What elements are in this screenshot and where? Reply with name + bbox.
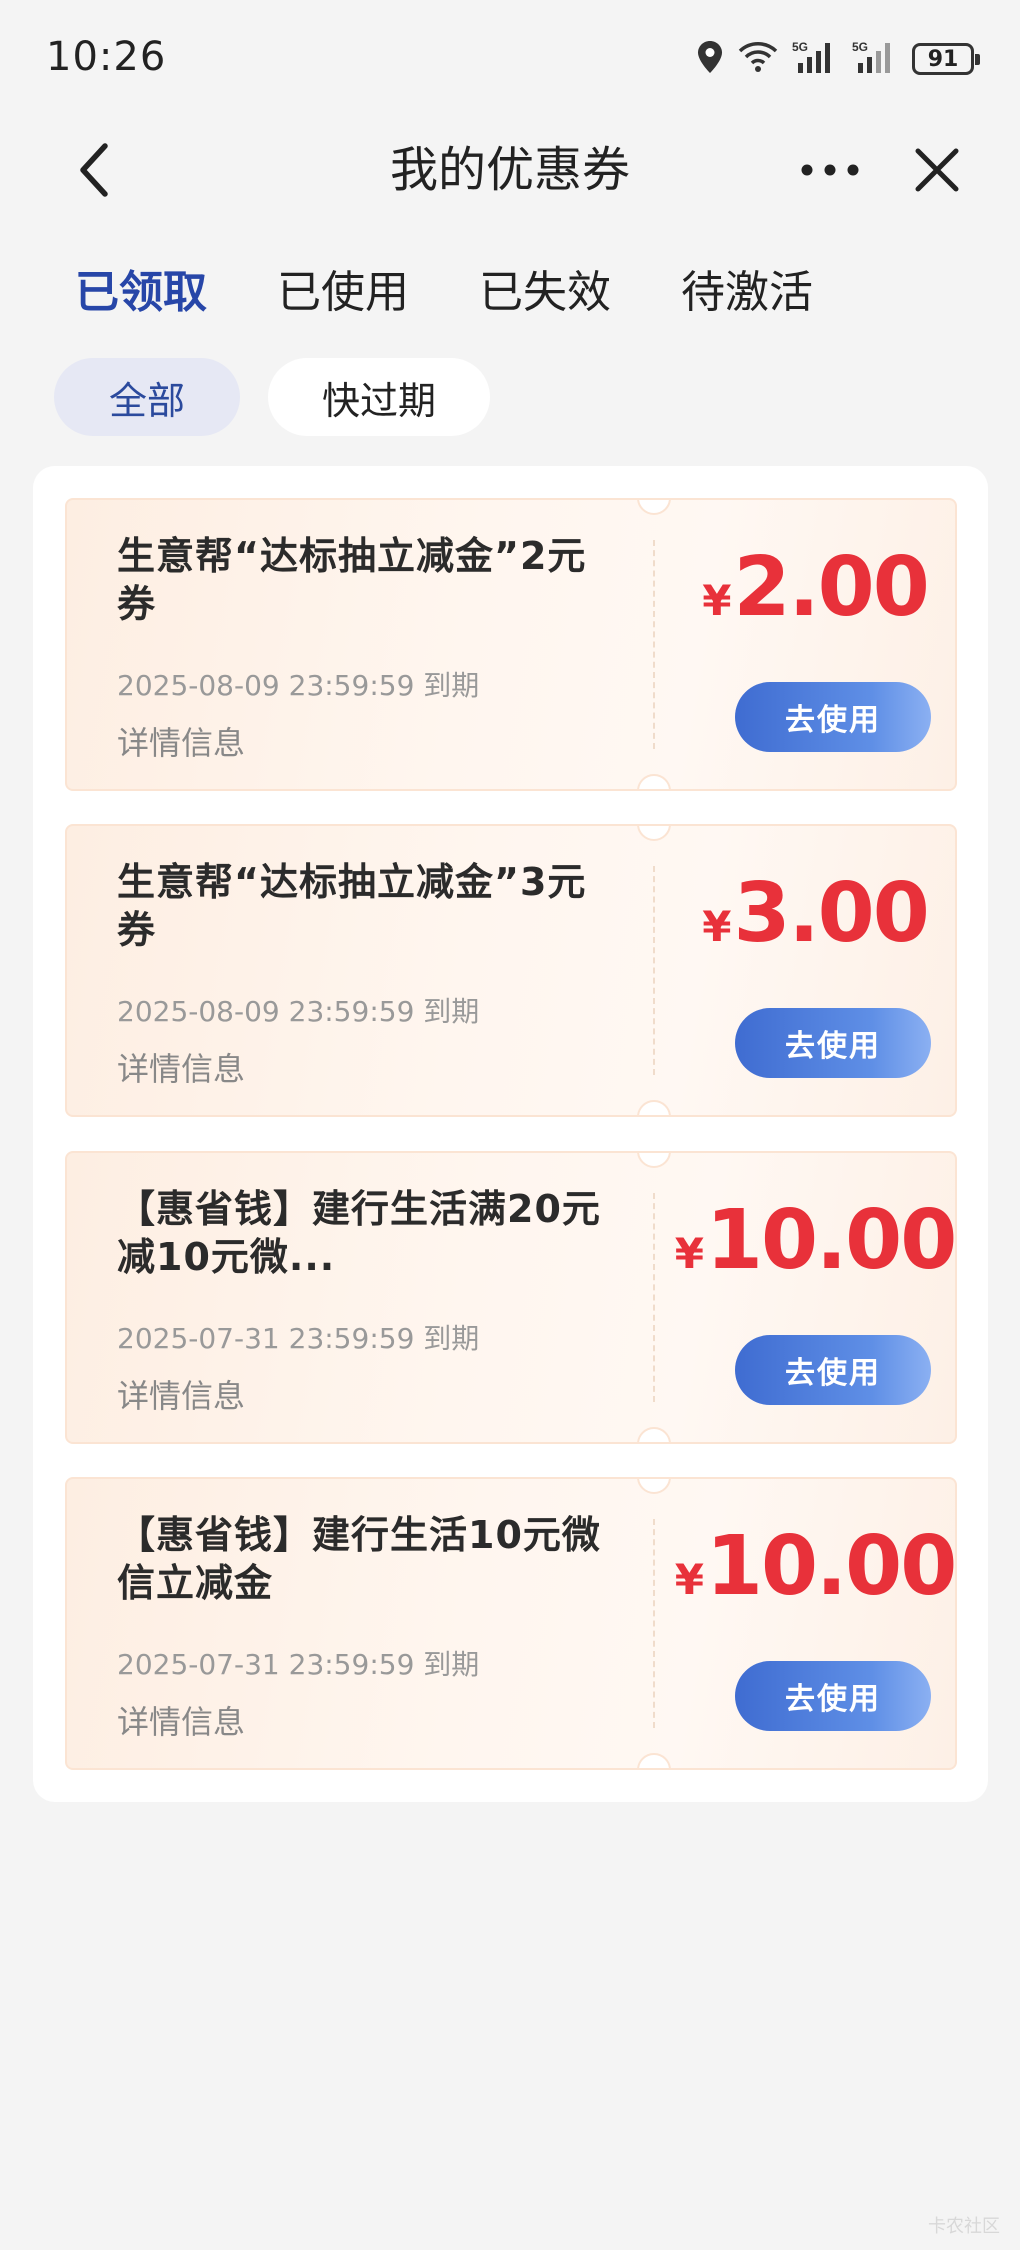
svg-text:5G: 5G — [792, 40, 808, 54]
coupon-expire-date: 2025-08-09 23:59:59 到期 — [117, 669, 480, 702]
use-coupon-button[interactable]: 去使用 — [735, 1008, 931, 1078]
currency-symbol: ¥ — [674, 1555, 704, 1604]
nav-bar: 我的优惠券 — [0, 115, 1020, 225]
close-icon — [915, 148, 959, 192]
coupon-detail-link[interactable]: 详情信息 — [117, 1371, 245, 1417]
coupon-list: 生意帮“达标抽立减金”2元券 2025-08-09 23:59:59 到期 详情… — [33, 466, 988, 1802]
coupon-card: 【惠省钱】建行生活满20元减10元微... 2025-07-31 23:59:5… — [65, 1151, 957, 1444]
currency-symbol: ¥ — [702, 576, 732, 625]
coupon-divider — [653, 1519, 655, 1728]
coupon-amount: ¥10.00 — [671, 1193, 956, 1288]
status-time: 10:26 — [46, 34, 167, 80]
coupon-tabs: 已领取 已使用 已失效 待激活 — [75, 258, 883, 328]
use-coupon-button[interactable]: 去使用 — [735, 682, 931, 752]
coupon-expire-date: 2025-08-09 23:59:59 到期 — [117, 995, 480, 1028]
coupon-detail-link[interactable]: 详情信息 — [117, 1044, 245, 1090]
signal-5g-icon-2: 5G — [852, 39, 898, 79]
coupon-card: 【惠省钱】建行生活10元微信立减金 2025-07-31 23:59:59 到期… — [65, 1477, 957, 1770]
coupon-divider — [653, 540, 655, 749]
status-icons: 5G 5G 91 — [696, 38, 980, 80]
signal-5g-icon: 5G — [792, 39, 838, 79]
coupon-amount: ¥2.00 — [671, 540, 955, 635]
back-button[interactable] — [60, 135, 130, 205]
watermark: 卡农社区 — [928, 2216, 1000, 2237]
coupon-divider — [653, 1193, 655, 1402]
coupon-title: 【惠省钱】建行生活满20元减10元微... — [117, 1187, 601, 1279]
coupon-title: 生意帮“达标抽立减金”3元券 — [117, 860, 587, 952]
close-button[interactable] — [902, 135, 972, 205]
coupon-amount-value: 10.00 — [705, 1193, 956, 1288]
currency-symbol: ¥ — [702, 902, 732, 951]
coupon-divider — [653, 866, 655, 1075]
svg-text:5G: 5G — [852, 40, 868, 54]
battery-icon: 91 — [912, 43, 980, 75]
filter-all-chip[interactable]: 全部 — [54, 358, 240, 436]
coupon-title: 生意帮“达标抽立减金”2元券 — [117, 534, 587, 626]
coupon-detail-link[interactable]: 详情信息 — [117, 718, 245, 764]
coupon-expire-date: 2025-07-31 23:59:59 到期 — [117, 1648, 480, 1681]
filter-expiring-chip[interactable]: 快过期 — [268, 358, 490, 436]
coupon-card: 生意帮“达标抽立减金”2元券 2025-08-09 23:59:59 到期 详情… — [65, 498, 957, 791]
page-title: 我的优惠券 — [389, 142, 630, 198]
use-coupon-button[interactable]: 去使用 — [735, 1335, 931, 1405]
coupon-amount-value: 3.00 — [733, 866, 929, 961]
coupon-amount-value: 10.00 — [705, 1519, 956, 1614]
coupon-card: 生意帮“达标抽立减金”3元券 2025-08-09 23:59:59 到期 详情… — [65, 824, 957, 1117]
coupon-amount-value: 2.00 — [733, 540, 929, 635]
wifi-icon — [738, 41, 778, 77]
tab-expired[interactable]: 已失效 — [479, 258, 611, 328]
more-dots-icon — [801, 164, 859, 176]
coupon-title: 【惠省钱】建行生活10元微信立减金 — [117, 1513, 601, 1605]
currency-symbol: ¥ — [674, 1229, 704, 1278]
coupon-detail-link[interactable]: 详情信息 — [117, 1697, 245, 1743]
back-arrow-icon — [80, 143, 108, 197]
coupon-expire-date: 2025-07-31 23:59:59 到期 — [117, 1322, 480, 1355]
coupon-amount: ¥10.00 — [671, 1519, 956, 1614]
tab-used[interactable]: 已使用 — [277, 258, 409, 328]
tab-received[interactable]: 已领取 — [75, 258, 207, 328]
location-icon — [696, 39, 724, 79]
tab-pending-activation[interactable]: 待激活 — [681, 258, 813, 328]
coupon-amount: ¥3.00 — [671, 866, 955, 961]
use-coupon-button[interactable]: 去使用 — [735, 1661, 931, 1731]
more-button[interactable] — [795, 135, 865, 205]
status-bar: 10:26 5G 5G 91 — [0, 0, 1020, 115]
filter-chips: 全部 快过期 — [54, 358, 490, 436]
